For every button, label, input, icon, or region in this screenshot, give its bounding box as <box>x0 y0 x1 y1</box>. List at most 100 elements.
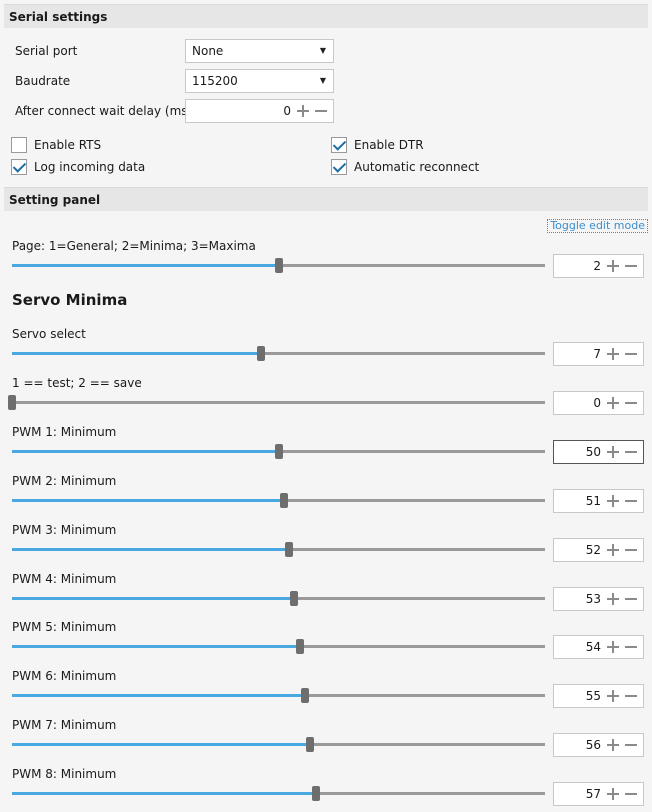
slider-thumb[interactable] <box>257 346 266 361</box>
value-slider[interactable] <box>12 786 545 801</box>
value-slider[interactable] <box>12 639 545 654</box>
value-slider[interactable] <box>12 444 545 459</box>
value-stepper[interactable]: 51 <box>553 489 644 513</box>
plus-icon[interactable] <box>295 103 311 119</box>
slider-thumb[interactable] <box>279 493 288 508</box>
minus-icon[interactable] <box>623 786 639 802</box>
value-slider[interactable] <box>8 395 545 410</box>
delay-value: 0 <box>283 104 291 118</box>
plus-icon[interactable] <box>605 591 621 607</box>
slider-fill <box>12 450 279 453</box>
value-stepper[interactable]: 7 <box>553 342 644 366</box>
plus-icon[interactable] <box>605 258 621 274</box>
stepper-value: 50 <box>585 445 601 459</box>
minus-icon[interactable] <box>313 103 329 119</box>
chevron-down-icon: ▼ <box>319 46 326 55</box>
value-stepper[interactable]: 57 <box>553 782 644 806</box>
minus-icon[interactable] <box>623 639 639 655</box>
section-title: Servo Minima <box>12 291 128 309</box>
serial-port-value: None <box>192 44 224 58</box>
minus-icon[interactable] <box>623 395 639 411</box>
value-stepper[interactable]: 54 <box>553 635 644 659</box>
chevron-down-icon: ▼ <box>319 76 326 85</box>
value-stepper[interactable]: 55 <box>553 684 644 708</box>
minus-icon[interactable] <box>623 591 639 607</box>
slider-row-label: PWM 4: Minimum <box>12 572 117 586</box>
stepper-value: 52 <box>585 543 601 557</box>
page-slider[interactable] <box>12 258 545 273</box>
value-stepper[interactable]: 0 <box>553 391 644 415</box>
slider-fill <box>12 694 306 697</box>
minus-icon[interactable] <box>623 493 639 509</box>
minus-icon[interactable] <box>623 688 639 704</box>
auto-reconnect-checkbox[interactable] <box>331 159 347 175</box>
plus-icon[interactable] <box>605 542 621 558</box>
page-label: Page: 1=General; 2=Minima; 3=Maxima <box>12 239 256 253</box>
slider-fill <box>12 352 262 355</box>
minus-icon[interactable] <box>623 258 639 274</box>
plus-icon[interactable] <box>605 737 621 753</box>
enable-rts-label: Enable RTS <box>34 138 102 152</box>
minus-icon[interactable] <box>623 346 639 362</box>
stepper-value: 54 <box>585 640 601 654</box>
slider-row-label: PWM 5: Minimum <box>12 620 117 634</box>
stepper-value: 57 <box>585 787 601 801</box>
plus-icon[interactable] <box>605 395 621 411</box>
page-stepper[interactable]: 2 <box>553 254 644 278</box>
value-slider[interactable] <box>12 591 545 606</box>
stepper-value: 51 <box>585 494 601 508</box>
value-stepper[interactable]: 56 <box>553 733 644 757</box>
minus-icon[interactable] <box>623 542 639 558</box>
slider-row-label: PWM 7: Minimum <box>12 718 117 732</box>
delay-stepper[interactable]: 0 <box>185 99 334 123</box>
slider-thumb[interactable] <box>274 444 283 459</box>
slider-row-label: 1 == test; 2 == save <box>12 376 142 390</box>
value-slider[interactable] <box>12 493 545 508</box>
slider-fill <box>12 264 279 267</box>
baudrate-select[interactable]: 115200 ▼ <box>185 69 334 93</box>
serial-port-select[interactable]: None ▼ <box>185 39 334 63</box>
value-slider[interactable] <box>12 737 545 752</box>
toggle-edit-mode-link[interactable]: Toggle edit mode <box>547 219 648 233</box>
log-incoming-checkbox[interactable] <box>11 159 27 175</box>
slider-thumb[interactable] <box>8 395 16 410</box>
slider-fill <box>12 645 300 648</box>
enable-dtr-checkbox[interactable] <box>331 137 347 153</box>
delay-label: After connect wait delay (ms) <box>15 104 193 118</box>
slider-row-label: PWM 6: Minimum <box>12 669 117 683</box>
plus-icon[interactable] <box>605 688 621 704</box>
stepper-value: 53 <box>585 592 601 606</box>
plus-icon[interactable] <box>605 444 621 460</box>
enable-rts-checkbox[interactable] <box>11 137 27 153</box>
baudrate-value: 115200 <box>192 74 238 88</box>
plus-icon[interactable] <box>605 346 621 362</box>
slider-thumb[interactable] <box>301 688 310 703</box>
plus-icon[interactable] <box>605 639 621 655</box>
page-value: 2 <box>593 259 601 273</box>
minus-icon[interactable] <box>623 737 639 753</box>
stepper-value: 0 <box>593 396 601 410</box>
auto-reconnect-label: Automatic reconnect <box>354 160 480 174</box>
value-slider[interactable] <box>12 542 545 557</box>
plus-icon[interactable] <box>605 493 621 509</box>
slider-fill <box>12 743 311 746</box>
minus-icon[interactable] <box>623 444 639 460</box>
value-slider[interactable] <box>12 346 545 361</box>
serial-port-label: Serial port <box>15 44 78 58</box>
slider-thumb[interactable] <box>295 639 304 654</box>
slider-row-label: PWM 3: Minimum <box>12 523 117 537</box>
slider-thumb[interactable] <box>311 786 320 801</box>
enable-dtr-label: Enable DTR <box>354 138 424 152</box>
value-stepper[interactable]: 50 <box>553 440 644 464</box>
value-stepper[interactable]: 53 <box>553 587 644 611</box>
value-slider[interactable] <box>12 688 545 703</box>
slider-fill <box>12 792 316 795</box>
plus-icon[interactable] <box>605 786 621 802</box>
slider-thumb[interactable] <box>274 258 283 273</box>
value-stepper[interactable]: 52 <box>553 538 644 562</box>
serial-settings-header: Serial settings <box>4 4 648 28</box>
slider-thumb[interactable] <box>285 542 294 557</box>
slider-thumb[interactable] <box>306 737 315 752</box>
slider-thumb[interactable] <box>290 591 299 606</box>
stepper-value: 56 <box>585 738 601 752</box>
